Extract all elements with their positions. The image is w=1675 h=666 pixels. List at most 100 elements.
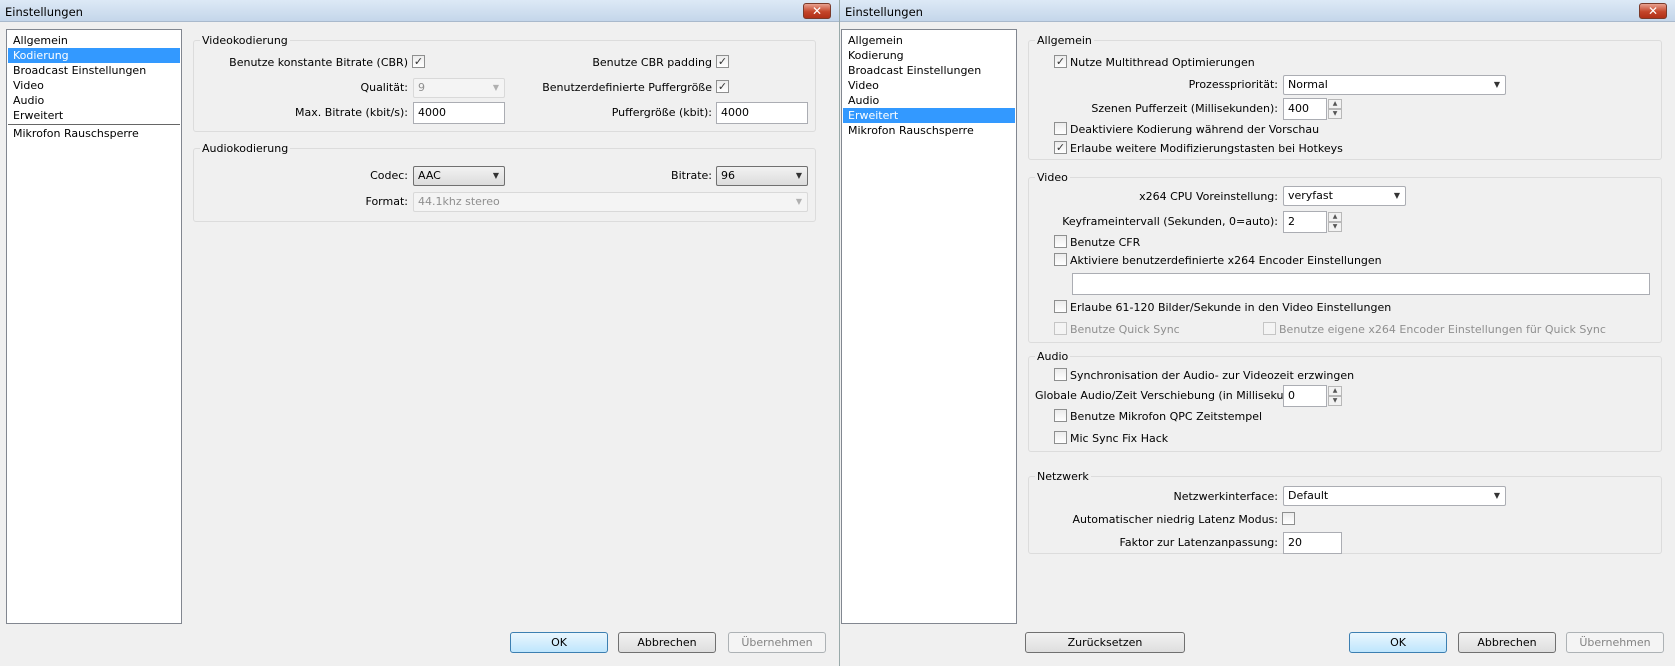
- cbr-checkbox[interactable]: ✓: [412, 55, 425, 68]
- qpc-label: Benutze Mikrofon QPC Zeitstempel: [1070, 410, 1263, 423]
- quality-dropdown[interactable]: 9 ▼: [413, 78, 505, 98]
- interface-label: Netzwerkinterface:: [1173, 490, 1278, 503]
- bitrate-dropdown[interactable]: 96 ▼: [716, 166, 808, 186]
- keyframe-spinner[interactable]: ▲ ▼: [1328, 211, 1342, 233]
- disable-preview-checkbox[interactable]: [1054, 122, 1067, 135]
- chevron-down-icon: ▼: [1393, 191, 1400, 200]
- bitrate-value: 96: [721, 169, 735, 182]
- title-bar: Einstellungen ✕: [0, 0, 839, 22]
- format-value: 44.1khz stereo: [418, 195, 500, 208]
- custom-x264-checkbox[interactable]: [1054, 253, 1067, 266]
- latency-factor-label: Faktor zur Latenzanpassung:: [1119, 536, 1278, 549]
- sidebar-item-erweitert[interactable]: Erweitert: [843, 108, 1015, 123]
- disable-preview-label: Deaktiviere Kodierung während der Vorsch…: [1070, 123, 1320, 136]
- buffer-size-label: Puffergröße (kbit):: [611, 106, 712, 119]
- offset-label: Globale Audio/Zeit Verschiebung (in Mill…: [1035, 389, 1320, 402]
- spin-up-icon[interactable]: ▲: [1328, 99, 1342, 109]
- custom-buffer-label: Benutzerdefinierte Puffergröße: [542, 81, 712, 94]
- scene-buffer-spinner[interactable]: ▲ ▼: [1328, 98, 1342, 120]
- group-title: Video: [1035, 171, 1070, 184]
- window-title: Einstellungen: [845, 5, 923, 19]
- settings-window-advanced: Einstellungen ✕ Allgemein Kodierung Broa…: [840, 0, 1675, 666]
- cancel-button[interactable]: Abbrechen: [618, 632, 716, 653]
- fps-label: Erlaube 61-120 Bilder/Sekunde in den Vid…: [1070, 301, 1392, 314]
- reset-button[interactable]: Zurücksetzen: [1025, 632, 1185, 653]
- codec-value: AAC: [418, 169, 441, 182]
- quicksync-checkbox[interactable]: [1054, 322, 1067, 335]
- close-icon[interactable]: ✕: [803, 3, 831, 19]
- scene-buffer-input[interactable]: 400: [1283, 98, 1327, 120]
- hotkeys-checkbox[interactable]: ✓: [1054, 141, 1067, 154]
- fps-checkbox[interactable]: [1054, 300, 1067, 313]
- interface-dropdown[interactable]: Default ▼: [1283, 486, 1506, 506]
- spin-up-icon[interactable]: ▲: [1328, 386, 1342, 396]
- sidebar-item-kodierung[interactable]: Kodierung: [8, 48, 180, 63]
- priority-dropdown[interactable]: Normal ▼: [1283, 75, 1506, 95]
- format-dropdown[interactable]: 44.1khz stereo ▼: [413, 192, 808, 212]
- scene-buffer-label: Szenen Pufferzeit (Millisekunden):: [1091, 102, 1278, 115]
- sidebar-separator: [8, 124, 180, 125]
- offset-input[interactable]: 0: [1283, 385, 1327, 407]
- quality-value: 9: [418, 81, 425, 94]
- spin-down-icon[interactable]: ▼: [1328, 396, 1342, 406]
- sidebar-item-mikrofon[interactable]: Mikrofon Rauschsperre: [8, 126, 180, 141]
- spin-down-icon[interactable]: ▼: [1328, 222, 1342, 232]
- spin-down-icon[interactable]: ▼: [1328, 109, 1342, 119]
- quality-label: Qualität:: [360, 81, 408, 94]
- custom-x264-label: Aktiviere benutzerdefinierte x264 Encode…: [1070, 254, 1382, 267]
- hotkeys-label: Erlaube weitere Modifizierungstasten bei…: [1070, 142, 1343, 155]
- sidebar: Allgemein Kodierung Broadcast Einstellun…: [841, 29, 1017, 624]
- ok-button[interactable]: OK: [1349, 632, 1447, 653]
- sidebar-item-mikrofon[interactable]: Mikrofon Rauschsperre: [843, 123, 1015, 138]
- sidebar-item-broadcast[interactable]: Broadcast Einstellungen: [8, 63, 180, 78]
- sidebar-item-video[interactable]: Video: [8, 78, 180, 93]
- cbr-padding-checkbox[interactable]: ✓: [716, 55, 729, 68]
- group-title: Videokodierung: [200, 34, 290, 47]
- micfix-checkbox[interactable]: [1054, 431, 1067, 444]
- quicksync-x264-checkbox[interactable]: [1263, 322, 1276, 335]
- ok-button[interactable]: OK: [510, 632, 608, 653]
- cfr-checkbox[interactable]: [1054, 235, 1067, 248]
- sidebar-item-allgemein[interactable]: Allgemein: [8, 33, 180, 48]
- low-latency-label: Automatischer niedrig Latenz Modus:: [1072, 513, 1278, 526]
- group-title: Netzwerk: [1035, 470, 1091, 483]
- custom-buffer-checkbox[interactable]: ✓: [716, 80, 729, 93]
- chevron-down-icon: ▼: [492, 83, 499, 92]
- max-bitrate-input[interactable]: 4000: [413, 102, 505, 124]
- sidebar-item-kodierung[interactable]: Kodierung: [843, 48, 1015, 63]
- settings-window-encoding: Einstellungen ✕ Allgemein Kodierung Broa…: [0, 0, 840, 666]
- cfr-label: Benutze CFR: [1070, 236, 1141, 249]
- max-bitrate-label: Max. Bitrate (kbit/s):: [295, 106, 408, 119]
- apply-button[interactable]: Übernehmen: [728, 632, 826, 653]
- sidebar-item-broadcast[interactable]: Broadcast Einstellungen: [843, 63, 1015, 78]
- quicksync-label: Benutze Quick Sync: [1070, 323, 1180, 336]
- chevron-down-icon: ▼: [1493, 80, 1500, 89]
- buffer-size-input[interactable]: 4000: [716, 102, 808, 124]
- sidebar-item-allgemein[interactable]: Allgemein: [843, 33, 1015, 48]
- spin-up-icon[interactable]: ▲: [1328, 212, 1342, 222]
- custom-x264-input[interactable]: [1072, 273, 1650, 295]
- close-icon[interactable]: ✕: [1639, 3, 1667, 19]
- sidebar-item-audio[interactable]: Audio: [843, 93, 1015, 108]
- preset-dropdown[interactable]: veryfast ▼: [1283, 186, 1406, 206]
- offset-spinner[interactable]: ▲ ▼: [1328, 385, 1342, 407]
- cbr-label: Benutze konstante Bitrate (CBR): [229, 56, 408, 69]
- preset-label: x264 CPU Voreinstellung:: [1139, 190, 1278, 203]
- title-bar: Einstellungen ✕: [840, 0, 1675, 22]
- sidebar-item-video[interactable]: Video: [843, 78, 1015, 93]
- latency-factor-input[interactable]: 20: [1283, 532, 1342, 554]
- sync-checkbox[interactable]: [1054, 368, 1067, 381]
- chevron-down-icon: ▼: [1493, 491, 1500, 500]
- group-title: Audiokodierung: [200, 142, 291, 155]
- apply-button[interactable]: Übernehmen: [1566, 632, 1664, 653]
- sidebar-item-erweitert[interactable]: Erweitert: [8, 108, 180, 123]
- codec-label: Codec:: [370, 169, 408, 182]
- qpc-checkbox[interactable]: [1054, 409, 1067, 422]
- multithread-checkbox[interactable]: ✓: [1054, 55, 1067, 68]
- codec-dropdown[interactable]: AAC ▼: [413, 166, 505, 186]
- keyframe-input[interactable]: 2: [1283, 211, 1327, 233]
- low-latency-checkbox[interactable]: [1282, 512, 1295, 525]
- cancel-button[interactable]: Abbrechen: [1458, 632, 1556, 653]
- sidebar-item-audio[interactable]: Audio: [8, 93, 180, 108]
- window-title: Einstellungen: [5, 5, 83, 19]
